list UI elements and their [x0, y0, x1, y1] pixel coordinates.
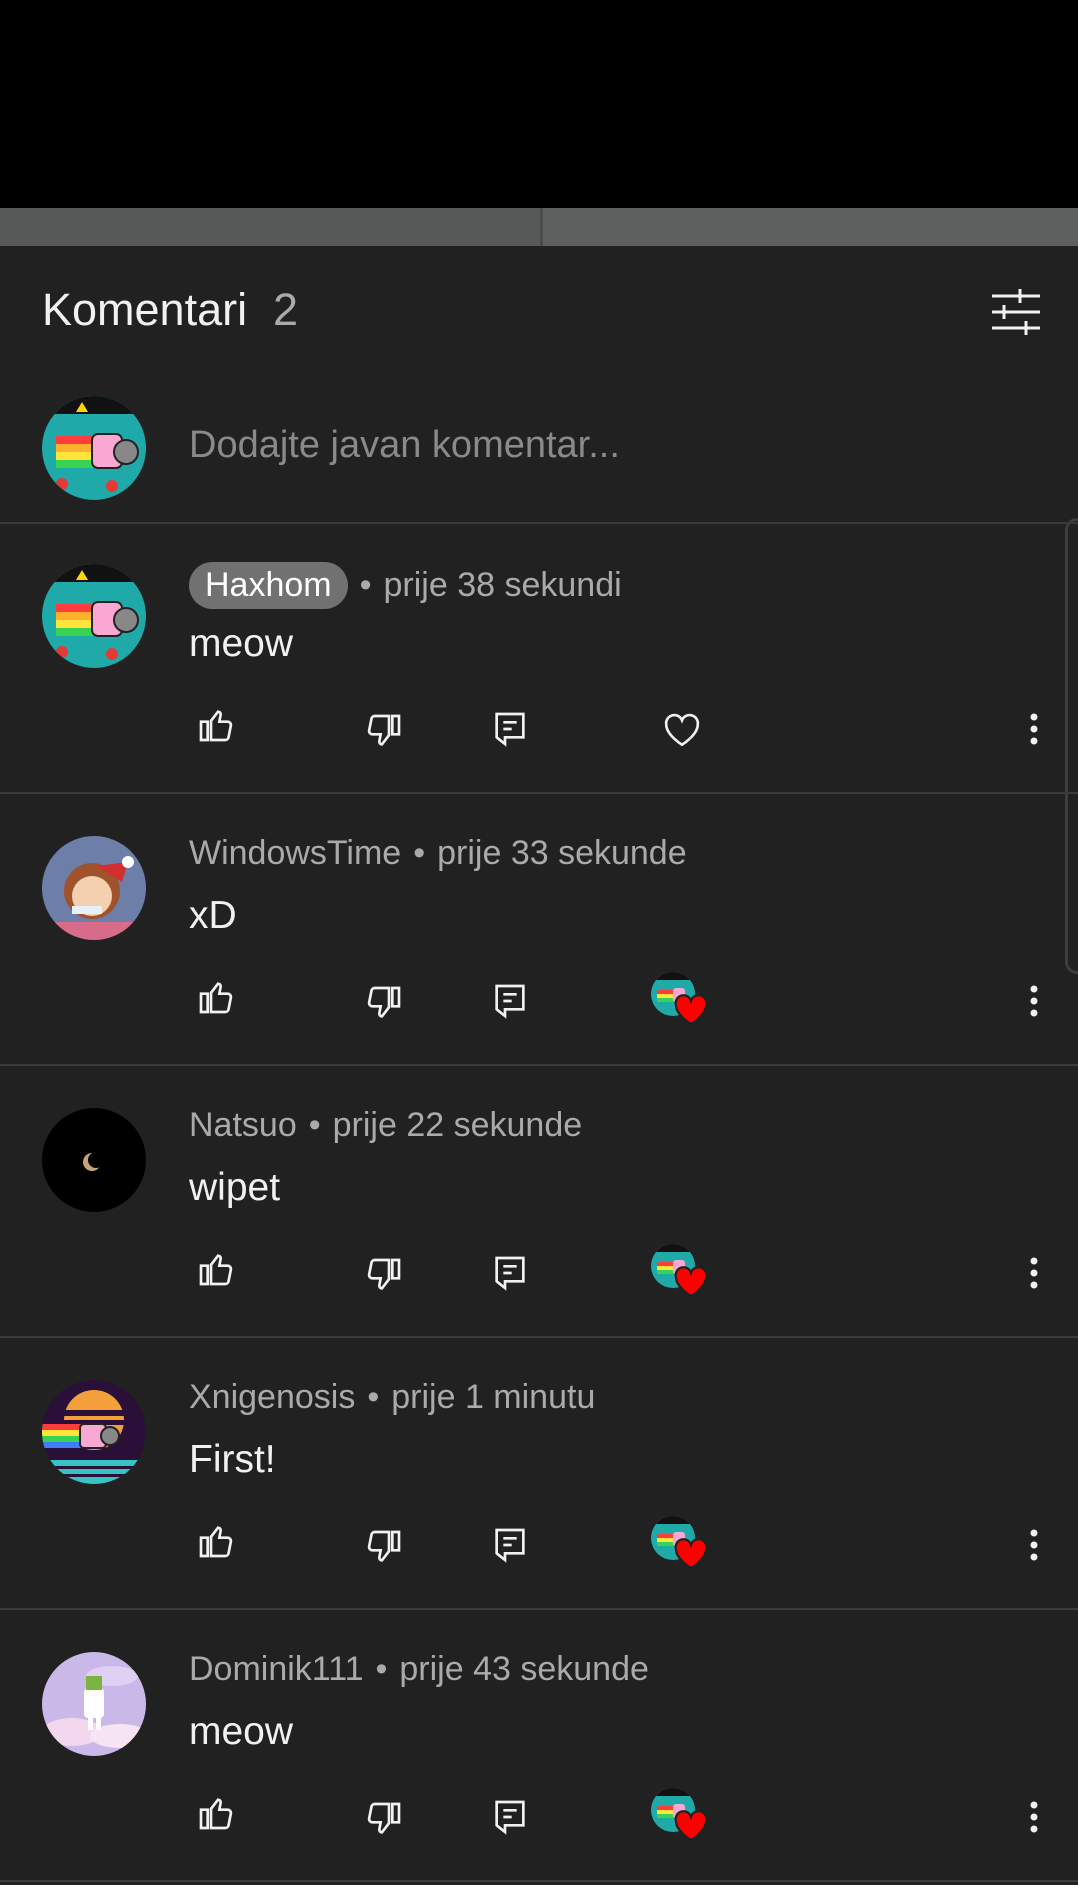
dislike-icon[interactable]	[359, 978, 409, 1028]
creator-heart-badge[interactable]	[651, 1244, 711, 1304]
comment-meta: Xnigenosis • prije 1 minutu	[189, 1378, 595, 1417]
comments-title: Komentari	[42, 284, 248, 335]
more-icon[interactable]	[1019, 704, 1049, 754]
comment-text: meow	[189, 1710, 294, 1753]
meta-separator: •	[308, 1106, 321, 1144]
comment-meta: Haxhom • prije 38 sekundi	[189, 562, 622, 609]
reply-icon[interactable]	[485, 1792, 535, 1842]
comment-author[interactable]: Xnigenosis	[189, 1378, 355, 1417]
creator-heart-badge[interactable]	[651, 1516, 711, 1576]
comments-panel: Komentari 2 Dodajte javan komentar... Ha…	[0, 246, 1078, 1885]
comment-text: wipet	[189, 1166, 281, 1209]
dislike-icon[interactable]	[359, 1250, 409, 1300]
more-icon[interactable]	[1019, 976, 1049, 1026]
add-comment-input[interactable]: Dodajte javan komentar...	[189, 424, 620, 467]
reply-icon[interactable]	[485, 976, 535, 1026]
comment-actions	[189, 972, 1069, 1032]
comment-time[interactable]: prije 1 minutu	[391, 1378, 595, 1417]
like-icon[interactable]	[191, 700, 241, 750]
red-heart-icon	[674, 994, 708, 1026]
comments-header: Komentari 2	[0, 246, 1078, 374]
comment-time[interactable]: prije 22 sekunde	[333, 1106, 583, 1145]
meta-separator: •	[375, 1650, 388, 1688]
comment-text: meow	[189, 622, 294, 665]
comment-item: Haxhom • prije 38 sekundi meow	[0, 522, 1078, 794]
commenter-avatar[interactable]	[42, 1652, 146, 1756]
like-icon[interactable]	[191, 1516, 241, 1566]
comment-text: First!	[189, 1438, 276, 1481]
reply-icon[interactable]	[485, 704, 535, 754]
comment-meta: Dominik111 • prije 43 sekunde	[189, 1650, 649, 1689]
comment-author[interactable]: Natsuo	[189, 1106, 297, 1145]
like-icon[interactable]	[191, 1244, 241, 1294]
like-icon[interactable]	[191, 1788, 241, 1838]
comment-time[interactable]: prije 43 sekunde	[399, 1650, 649, 1689]
comment-author[interactable]: WindowsTime	[189, 834, 401, 873]
commenter-avatar[interactable]	[42, 564, 146, 668]
dislike-icon[interactable]	[359, 706, 409, 756]
comment-item: Natsuo • prije 22 sekunde wipet	[0, 1066, 1078, 1338]
comment-actions	[189, 700, 1069, 760]
more-icon[interactable]	[1019, 1520, 1049, 1570]
like-icon[interactable]	[191, 972, 241, 1022]
meta-separator: •	[367, 1378, 380, 1416]
more-icon[interactable]	[1019, 1792, 1049, 1842]
add-comment-row[interactable]: Dodajte javan komentar...	[0, 374, 1078, 524]
meta-separator: •	[359, 566, 372, 604]
more-icon[interactable]	[1019, 1248, 1049, 1298]
comments-count: 2	[273, 284, 299, 335]
comment-item: Xnigenosis • prije 1 minutu First!	[0, 1338, 1078, 1610]
filter-icon[interactable]	[990, 286, 1042, 338]
comment-actions	[189, 1788, 1069, 1848]
reply-icon[interactable]	[485, 1248, 535, 1298]
dislike-icon[interactable]	[359, 1794, 409, 1844]
comment-author[interactable]: Dominik111	[189, 1650, 363, 1689]
commenter-avatar[interactable]	[42, 836, 146, 940]
meta-separator: •	[413, 834, 426, 872]
comment-meta: WindowsTime • prije 33 sekunde	[189, 834, 687, 873]
dislike-icon[interactable]	[359, 1522, 409, 1572]
user-avatar	[42, 396, 146, 500]
red-heart-icon	[674, 1538, 708, 1570]
heart-icon[interactable]	[657, 704, 707, 754]
commenter-avatar[interactable]	[42, 1108, 146, 1212]
comment-item: Dominik111 • prije 43 sekunde meow	[0, 1610, 1078, 1882]
comment-actions	[189, 1516, 1069, 1576]
comment-text: xD	[189, 894, 237, 937]
red-heart-icon	[674, 1266, 708, 1298]
comment-meta: Natsuo • prije 22 sekunde	[189, 1106, 582, 1145]
reply-icon[interactable]	[485, 1520, 535, 1570]
video-area[interactable]	[0, 0, 1078, 208]
creator-heart-badge[interactable]	[651, 972, 711, 1032]
red-heart-icon	[674, 1810, 708, 1842]
comment-actions	[189, 1244, 1069, 1304]
comment-time[interactable]: prije 38 sekundi	[384, 566, 622, 605]
comment-item: WindowsTime • prije 33 sekunde xD	[0, 794, 1078, 1066]
comment-time[interactable]: prije 33 sekunde	[437, 834, 687, 873]
creator-heart-badge[interactable]	[651, 1788, 711, 1848]
comment-author[interactable]: Haxhom	[189, 562, 348, 609]
commenter-avatar[interactable]	[42, 1380, 146, 1484]
video-progress-strip	[0, 208, 1078, 246]
